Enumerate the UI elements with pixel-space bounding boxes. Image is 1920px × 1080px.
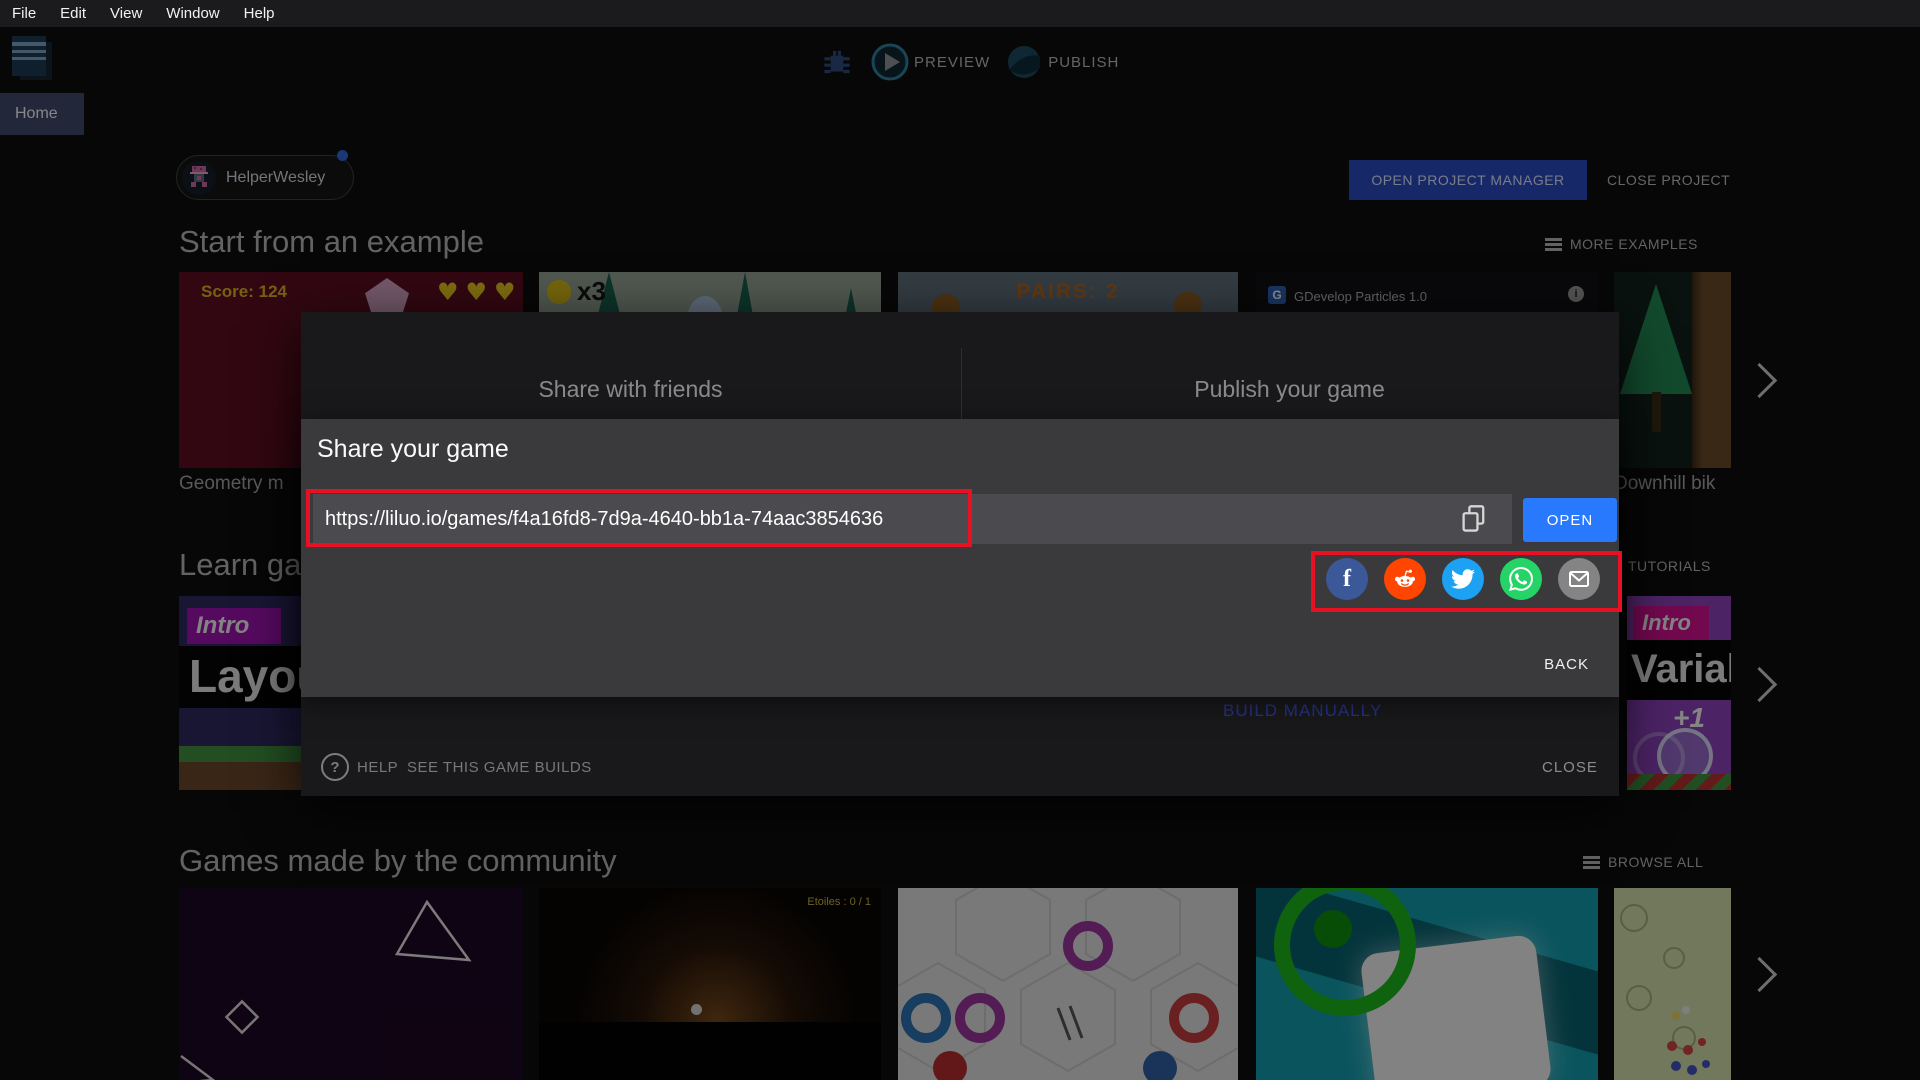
copy-button[interactable] (1456, 501, 1492, 537)
app-window: File Edit View Window Help PREVIEW PUBLI… (0, 0, 1920, 1080)
menu-bar: File Edit View Window Help (0, 0, 1920, 27)
menu-view[interactable]: View (110, 5, 142, 22)
highlight-box-social (1311, 551, 1622, 612)
highlight-box-url (306, 489, 972, 547)
back-button[interactable]: BACK (1544, 656, 1589, 673)
menu-help[interactable]: Help (244, 5, 275, 22)
menu-file[interactable]: File (12, 5, 36, 22)
menu-edit[interactable]: Edit (60, 5, 86, 22)
open-game-button[interactable]: OPEN (1523, 498, 1617, 542)
share-card-title: Share your game (317, 435, 509, 463)
menu-window[interactable]: Window (166, 5, 219, 22)
copy-icon (1462, 505, 1485, 532)
